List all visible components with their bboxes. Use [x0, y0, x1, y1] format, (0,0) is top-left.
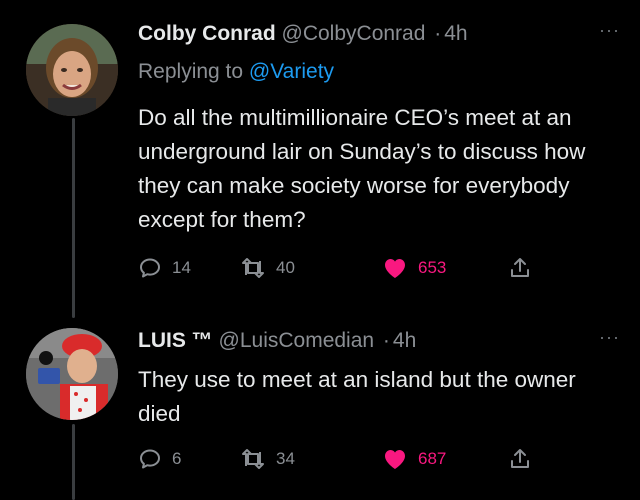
retweet-count: 40	[276, 258, 295, 277]
reply-icon	[140, 449, 160, 469]
avatar-luis-image	[26, 328, 118, 420]
display-name[interactable]: LUIS ™	[138, 329, 213, 352]
timestamp[interactable]: 4h	[444, 22, 467, 45]
more-options-icon[interactable]: ···	[599, 20, 620, 41]
timestamp[interactable]: 4h	[393, 329, 416, 352]
like-button[interactable]: 687	[382, 447, 446, 471]
retweet-button[interactable]: 34	[240, 447, 295, 471]
tweet-actions: 14 40 653	[138, 256, 558, 282]
share-button[interactable]	[509, 447, 531, 471]
tweet-text: They use to meet at an island but the ow…	[138, 367, 576, 426]
heart-filled-icon	[385, 259, 405, 278]
reply-button[interactable]: 14	[138, 256, 191, 280]
tweet-header: Colby Conrad @ColbyConrad · 4h	[138, 22, 468, 46]
tweet-header: LUIS ™ @LuisComedian · 4h	[138, 329, 416, 353]
replying-to: Replying to @Variety	[138, 60, 334, 84]
thread-connector-line	[72, 118, 75, 318]
share-icon	[511, 449, 529, 468]
separator-dot: ·	[382, 329, 390, 352]
like-button[interactable]: 653	[382, 256, 446, 280]
reply-button[interactable]: 6	[138, 447, 181, 471]
avatar[interactable]	[26, 24, 118, 116]
avatar[interactable]	[26, 328, 118, 420]
avatar-colby-image	[26, 24, 118, 116]
display-name[interactable]: Colby Conrad	[138, 22, 276, 45]
more-options-icon[interactable]: ···	[599, 327, 620, 348]
replying-to-label: Replying to	[138, 60, 244, 83]
separator-dot: ·	[434, 22, 442, 45]
retweet-button[interactable]: 40	[240, 256, 295, 280]
heart-filled-icon	[385, 450, 405, 469]
user-handle[interactable]: @ColbyConrad	[282, 22, 426, 45]
thread-connector-line	[72, 424, 75, 500]
reply-count: 14	[172, 258, 191, 277]
retweet-count: 34	[276, 449, 295, 468]
retweet-icon	[242, 449, 264, 469]
like-count: 687	[418, 449, 447, 468]
share-icon	[511, 258, 529, 277]
tweet-colby-conrad[interactable]: Colby Conrad @ColbyConrad · 4h ··· Replyi…	[0, 0, 640, 318]
tweet-text: Do all the multimillionaire CEO’s meet a…	[138, 105, 586, 232]
retweet-icon	[242, 258, 264, 278]
like-count: 653	[418, 258, 447, 277]
reply-icon	[140, 258, 160, 278]
reply-mention-link[interactable]: @Variety	[249, 60, 334, 83]
tweet-actions: 6 34 687	[138, 447, 558, 473]
share-button[interactable]	[509, 256, 531, 280]
reply-count: 6	[172, 449, 182, 468]
user-handle[interactable]: @LuisComedian	[219, 329, 375, 352]
